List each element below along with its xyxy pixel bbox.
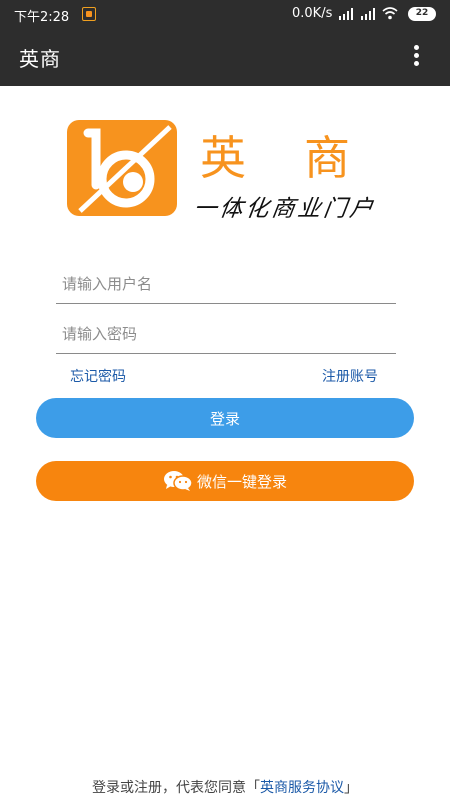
network-speed: 0.0K/s xyxy=(292,6,333,21)
app-notification-icon xyxy=(82,7,96,21)
status-bar: 下午2:28 0.0K/s 22 xyxy=(0,0,450,28)
wifi-icon xyxy=(382,7,398,20)
agreement-footer: 登录或注册，代表您同意「英商服务协议」 xyxy=(0,777,450,797)
battery-indicator: 22 xyxy=(408,7,436,21)
service-agreement-link[interactable]: 英商服务协议 xyxy=(260,780,344,796)
more-options-icon[interactable] xyxy=(408,42,424,72)
register-account-link[interactable]: 注册账号 xyxy=(322,366,378,386)
page-title: 英商 xyxy=(19,47,61,71)
cellular-signal-icon xyxy=(361,8,375,20)
username-field-row xyxy=(56,264,396,304)
login-button[interactable]: 登录 xyxy=(36,398,414,438)
brand-tagline: 一体化商业门户 xyxy=(191,196,378,222)
app-bar: 英商 xyxy=(0,28,450,86)
wechat-login-label: 微信一键登录 xyxy=(196,472,287,491)
brand-name: 英商 xyxy=(200,131,408,185)
password-input[interactable] xyxy=(56,314,396,353)
password-field-row xyxy=(56,314,396,354)
wechat-icon xyxy=(163,471,193,491)
brand-logo-icon xyxy=(67,120,177,216)
status-time: 下午2:28 xyxy=(14,10,70,25)
forgot-password-link[interactable]: 忘记密码 xyxy=(70,366,126,386)
login-button-label: 登录 xyxy=(209,409,240,428)
wechat-login-button[interactable]: 微信一键登录 xyxy=(36,461,414,501)
footer-close: 」 xyxy=(344,780,358,796)
username-input[interactable] xyxy=(56,264,396,303)
cellular-signal-icon xyxy=(339,8,353,20)
footer-text: 登录或注册，代表您同意「 xyxy=(92,780,260,796)
